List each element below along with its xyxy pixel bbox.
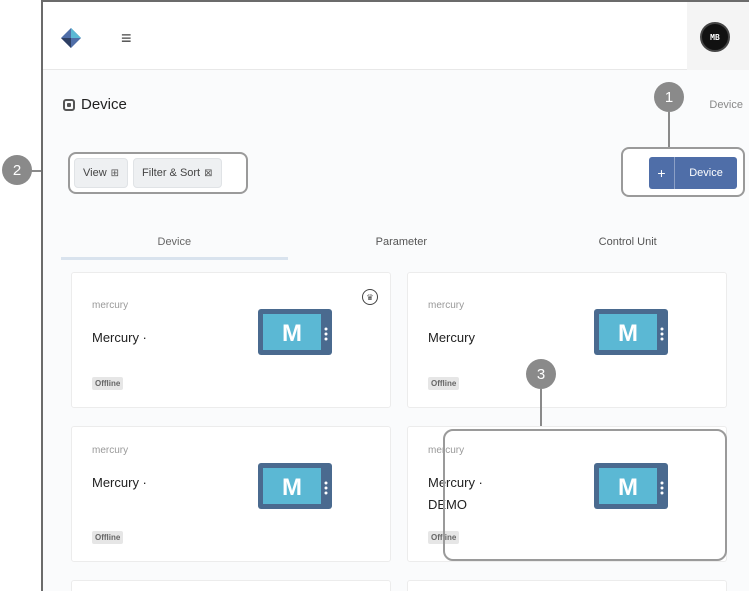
device-name: Mercury · [92, 330, 147, 345]
device-thumbnail-icon: M [594, 309, 668, 355]
device-thumbnail-icon: M [258, 463, 332, 509]
device-card[interactable]: mercury Mercury · Offline M [71, 426, 391, 562]
view-button[interactable]: View ⊞ [74, 158, 129, 188]
device-card[interactable]: mercury Mercury · Offline ♛ M [71, 272, 391, 408]
device-brand: mercury [92, 445, 129, 456]
callout-2-badge: 2 [2, 155, 32, 185]
diamond-logo-icon[interactable] [59, 26, 83, 50]
grid-icon: ⊞ [110, 167, 120, 179]
plus-icon: + [649, 157, 675, 189]
breadcrumb[interactable]: Device [709, 99, 743, 111]
device-letter: M [282, 320, 302, 347]
add-device-button[interactable]: + Device [649, 157, 737, 189]
device-brand: mercury [92, 300, 129, 311]
callout-3-line [540, 389, 542, 429]
filter-icon: ⊠ [204, 167, 213, 179]
device-card[interactable] [71, 580, 391, 591]
device-name: Mercury · [92, 475, 147, 490]
top-bar: ≡ MB [43, 2, 749, 70]
device-card[interactable]: mercury Mercury Offline M [407, 272, 727, 408]
callout-1-line [668, 112, 670, 148]
device-name: Mercury [428, 330, 475, 345]
page-title: Device [63, 96, 127, 113]
callout-3-badge: 3 [526, 359, 556, 389]
device-brand: mercury [428, 300, 465, 311]
device-letter: M [282, 474, 302, 501]
chip-icon [63, 98, 75, 111]
filter-sort-button[interactable]: Filter & Sort ⊠ [133, 158, 222, 188]
callout-1-badge: 1 [654, 82, 684, 112]
tab-device[interactable]: Device [61, 228, 288, 260]
device-thumbnail-icon: M [258, 309, 332, 355]
status-badge: Offline [428, 377, 460, 390]
hamburger-menu-icon[interactable]: ≡ [121, 29, 132, 47]
filter-sort-label: Filter & Sort [142, 167, 201, 179]
view-filter-group: View ⊞ Filter & Sort ⊠ [68, 152, 248, 194]
status-badge: Offline [92, 377, 124, 390]
add-device-highlight: + Device [621, 147, 745, 197]
crown-icon[interactable]: ♛ [362, 289, 378, 305]
app-window: ≡ MB Device Device View ⊞ Filter & Sort … [41, 0, 749, 591]
device-card[interactable] [407, 580, 727, 591]
tab-control-unit[interactable]: Control Unit [514, 228, 741, 260]
tab-bar: Device Parameter Control Unit [61, 228, 741, 260]
page-title-text: Device [81, 96, 127, 113]
avatar-container[interactable]: MB [687, 2, 749, 70]
status-badge: Offline [92, 531, 124, 544]
tab-parameter[interactable]: Parameter [288, 228, 515, 260]
demo-card-highlight [443, 429, 727, 561]
device-letter: M [618, 320, 638, 347]
avatar[interactable]: MB [700, 22, 730, 52]
view-button-label: View [83, 167, 107, 179]
add-device-label: Device [689, 167, 723, 179]
